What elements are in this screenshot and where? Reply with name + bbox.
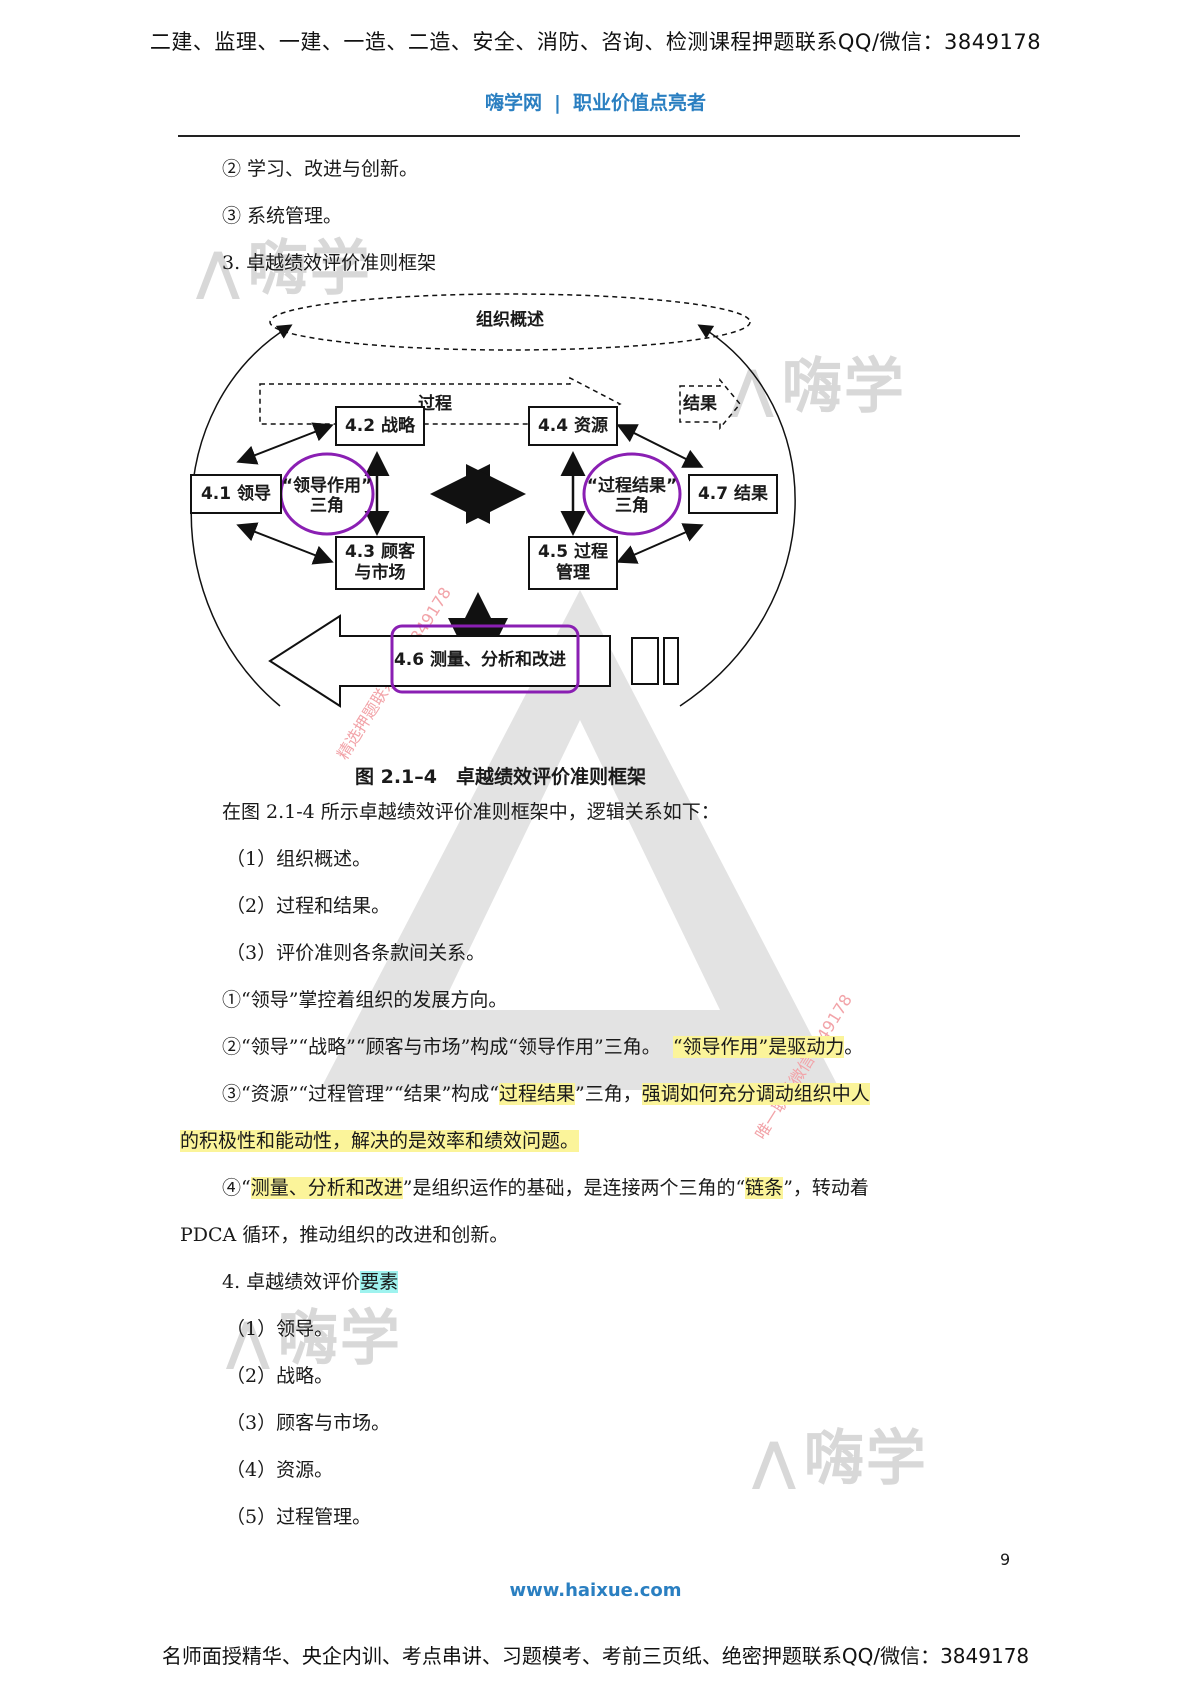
body-line: ③ 系统管理。	[222, 205, 343, 227]
site-url: www.haixue.com	[509, 1580, 682, 1601]
highlighted-text: 强调如何充分调动组织中人	[641, 1083, 870, 1105]
list-item: （1）领导。	[226, 1318, 334, 1340]
relation-item-cont: PDCA 循环，推动组织的改进和创新。	[180, 1224, 509, 1246]
figure-caption: 图 2.1–4 卓越绩效评价准则框架	[355, 766, 646, 788]
body-line: ② 学习、改进与创新。	[222, 158, 419, 180]
relation-item: ①“领导”掌控着组织的发展方向。	[222, 989, 508, 1011]
list-item: （3）顾客与市场。	[226, 1412, 391, 1434]
box-4-2-strategy: 4.2 战略	[335, 406, 425, 446]
brand-name: 嗨学网	[485, 92, 543, 114]
relation-item-cont: 的积极性和能动性，解决的是效率和绩效问题。	[180, 1129, 580, 1153]
list-item: （3）评价准则各条款间关系。	[226, 942, 486, 964]
section-heading: 4. 卓越绩效评价要素	[222, 1271, 399, 1293]
box-4-5-process-management: 4.5 过程 管理	[528, 536, 618, 590]
highlighted-text: 测量、分析和改进	[250, 1177, 403, 1199]
list-item: （2）过程和结果。	[226, 895, 391, 917]
logo-watermark: ⋀ 嗨学	[752, 1424, 928, 1494]
list-item: （5）过程管理。	[226, 1506, 372, 1528]
box-4-4-resources: 4.4 资源	[528, 406, 618, 446]
brand-bar: 嗨学网 | 职业价值点亮者	[0, 88, 1191, 115]
section-heading: 3. 卓越绩效评价准则框架	[222, 252, 437, 274]
framework-diagram: 组织概述 过程 结果 4.1 领导 4.2 战略 4.3 顾客 与市场 4.4 资…	[180, 286, 840, 746]
highlighted-text: 要素	[360, 1271, 399, 1293]
page-number: 9	[1000, 1550, 1011, 1569]
footer-ad-text: 名师面授精华、央企内训、考点串讲、习题模考、考前三页纸、绝密押题联系QQ/微信：…	[161, 1644, 1030, 1668]
leadership-triangle-label: “领导作用” 三角	[281, 476, 373, 516]
process-result-triangle-label: “过程结果” 三角	[586, 476, 678, 516]
list-item: （2）战略。	[226, 1365, 334, 1387]
highlighted-text: “领导作用”是驱动力	[672, 1036, 845, 1058]
box-4-1-leadership: 4.1 领导	[190, 474, 282, 514]
box-4-3-customer-market: 4.3 顾客 与市场	[335, 536, 425, 590]
relation-item: ④“测量、分析和改进”是组织运作的基础，是连接两个三角的“链条”，转动着	[222, 1177, 869, 1199]
logo-triangle-icon: ⋀	[752, 1432, 798, 1492]
relation-item: ③“资源”“过程管理”“结果”构成“过程结果”三角，强调如何充分调动组织中人	[222, 1083, 870, 1105]
brand-separator: |	[554, 92, 561, 114]
list-item: （4）资源。	[226, 1459, 334, 1481]
highlighted-text: 过程结果	[499, 1083, 576, 1105]
highlighted-text: 的积极性和能动性，解决的是效率和绩效问题。	[180, 1130, 580, 1152]
brand-slogan: 职业价值点亮者	[572, 92, 706, 114]
result-arrow-label: 结果	[683, 394, 717, 414]
box-4-7-results: 4.7 结果	[688, 474, 778, 514]
org-overview-label: 组织概述	[476, 310, 544, 330]
list-item: （1）组织概述。	[226, 848, 372, 870]
highlighted-text: 链条	[745, 1177, 784, 1199]
intro-text: 在图 2.1-4 所示卓越绩效评价准则框架中，逻辑关系如下：	[222, 801, 720, 823]
relation-item: ②“领导”“战略”“顾客与市场”构成“领导作用”三角。 “领导作用”是驱动力。	[222, 1036, 864, 1058]
header-ad-text: 二建、监理、一建、一造、二造、安全、消防、咨询、检测课程押题联系QQ/微信：38…	[149, 30, 1042, 54]
header-rule	[178, 135, 1020, 137]
diagram-lines	[190, 293, 796, 708]
box-4-6-measurement: 4.6 测量、分析和改进	[393, 650, 567, 670]
